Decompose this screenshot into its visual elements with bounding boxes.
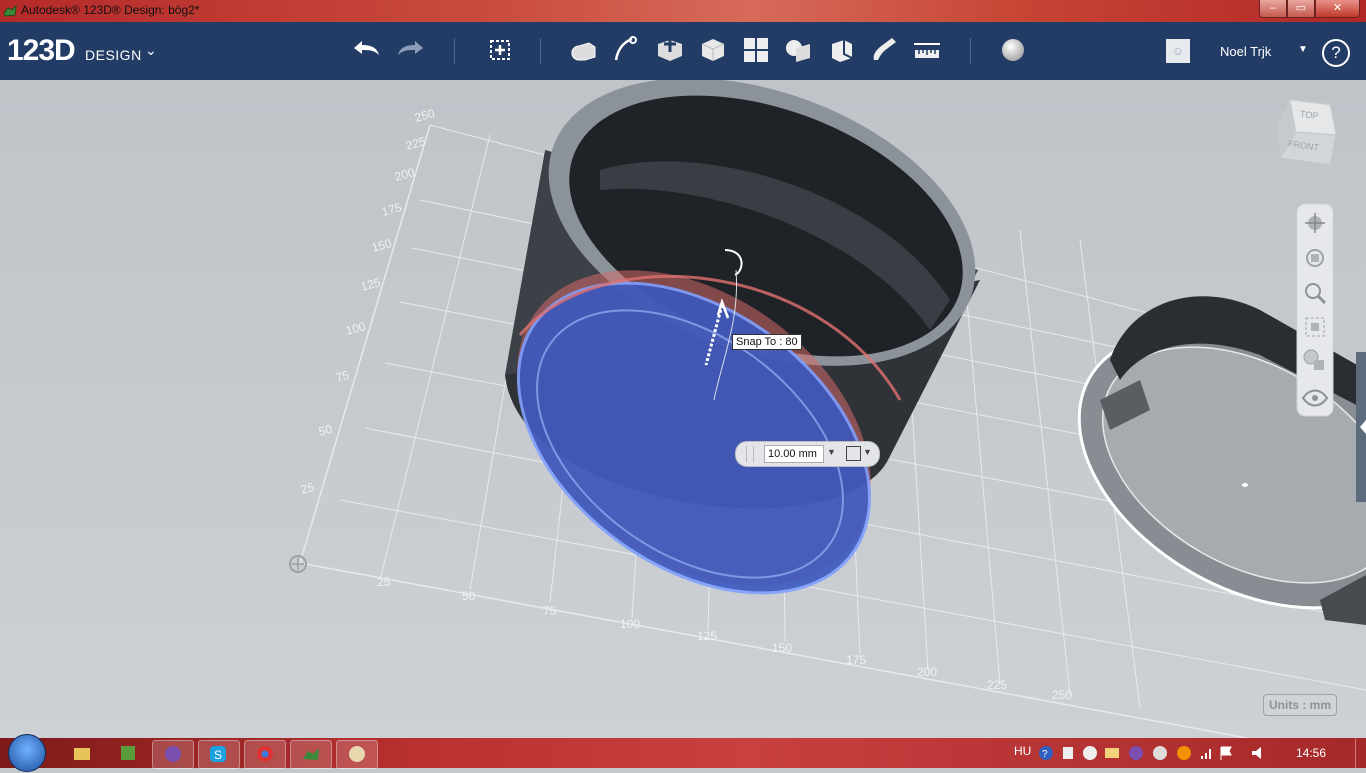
extrude-mode-button[interactable] bbox=[846, 446, 861, 461]
grid-y-label: 125 bbox=[359, 275, 382, 294]
window-title: Autodesk® 123D® Design: bög2* bbox=[21, 3, 200, 17]
user-name[interactable]: Noel Trjk bbox=[1220, 44, 1271, 59]
skype-tray-icon[interactable] bbox=[1153, 746, 1167, 760]
help-tray-icon[interactable]: ? bbox=[1039, 746, 1053, 760]
app-menu-chevron-icon[interactable]: ⌄ bbox=[145, 42, 157, 59]
redo-icon[interactable] bbox=[395, 34, 427, 66]
avast-tray-icon[interactable] bbox=[1177, 746, 1191, 760]
modify-icon[interactable] bbox=[697, 34, 729, 66]
clock[interactable]: 14:56 bbox=[1296, 746, 1326, 760]
distance-dropdown-icon[interactable]: ▼ bbox=[827, 447, 836, 457]
navigation-bar bbox=[1296, 203, 1334, 417]
snap-tooltip: Snap To : 80 bbox=[732, 334, 802, 350]
grid-y-label: 175 bbox=[380, 200, 403, 219]
start-button[interactable] bbox=[8, 734, 46, 772]
folder-tray-icon[interactable] bbox=[1105, 748, 1119, 758]
maximize-button[interactable]: ▭ bbox=[1287, 0, 1315, 18]
system-tray: ? bbox=[1039, 746, 1232, 760]
app-icon bbox=[3, 4, 17, 17]
pattern-icon[interactable] bbox=[740, 34, 772, 66]
material-icon[interactable] bbox=[997, 34, 1029, 66]
flag-tray-icon[interactable] bbox=[1220, 746, 1232, 760]
grid-y-label: 150 bbox=[370, 236, 393, 255]
grid-x-label: 200 bbox=[917, 665, 937, 679]
combine-icon[interactable] bbox=[826, 34, 858, 66]
taskbar-minecraft-icon[interactable] bbox=[108, 740, 148, 767]
network-tray-icon[interactable] bbox=[1063, 747, 1073, 759]
grid-y-label: 250 bbox=[413, 106, 436, 125]
panel-handle[interactable] bbox=[746, 446, 754, 462]
taskbar-skype-icon[interactable]: S bbox=[198, 740, 240, 769]
viewport-canvas[interactable]: 25 50 75 100 125 150 175 200 225 250 25 50 75 10… bbox=[0, 80, 1366, 738]
construct-icon[interactable] bbox=[654, 34, 686, 66]
close-button[interactable]: ✕ bbox=[1315, 0, 1360, 18]
extrude-input-panel: 10.00 mm ▼ ▼ bbox=[735, 441, 880, 467]
grid-y-label: 225 bbox=[404, 134, 427, 153]
show-desktop-button[interactable] bbox=[1355, 738, 1366, 768]
grid-y-label: 50 bbox=[317, 422, 334, 439]
signal-tray-icon[interactable] bbox=[1201, 749, 1211, 759]
grid-x-label: 150 bbox=[772, 641, 792, 655]
svg-text:?: ? bbox=[1042, 749, 1048, 760]
distance-input[interactable]: 10.00 mm bbox=[764, 445, 824, 463]
grid-x-label: 125 bbox=[697, 629, 717, 643]
avatar[interactable]: ☺ bbox=[1166, 39, 1190, 63]
grid-x-label: 100 bbox=[620, 617, 640, 631]
toolbar-separator bbox=[540, 38, 541, 64]
grid-x-label: 50 bbox=[462, 589, 476, 603]
primitives-icon[interactable] bbox=[567, 34, 599, 66]
taskbar-app-icon[interactable] bbox=[152, 740, 194, 769]
sketch-icon[interactable] bbox=[610, 34, 642, 66]
grid-x-label: 75 bbox=[543, 604, 557, 618]
grid-x-label: 250 bbox=[1052, 688, 1072, 702]
help-button[interactable]: ? bbox=[1322, 39, 1350, 67]
transform-icon[interactable] bbox=[484, 34, 516, 66]
window-titlebar: Autodesk® 123D® Design: bög2* – ▭ ✕ bbox=[0, 0, 1366, 22]
snap-icon[interactable] bbox=[868, 34, 900, 66]
taskbar-paint-icon[interactable] bbox=[336, 740, 378, 769]
user-dropdown-icon[interactable]: ▼ bbox=[1298, 44, 1308, 55]
grid-x-label: 225 bbox=[987, 678, 1007, 692]
toolbar-separator bbox=[970, 38, 971, 64]
volume-icon[interactable] bbox=[1250, 745, 1266, 761]
steam-tray-icon[interactable] bbox=[1083, 746, 1097, 760]
app-logo-sub: DESIGN bbox=[85, 47, 142, 63]
measure-icon[interactable] bbox=[911, 34, 943, 66]
taskbar-explorer-icon[interactable] bbox=[62, 740, 102, 767]
grid-x-label: 175 bbox=[846, 653, 866, 667]
view-cube[interactable]: TOP FRONT bbox=[1278, 99, 1337, 166]
app-logo[interactable]: 123D bbox=[7, 34, 76, 68]
grid-y-label: 75 bbox=[334, 368, 351, 385]
scene-svg: 25 50 75 100 125 150 175 200 225 250 25 50 75 10… bbox=[289, 80, 1366, 738]
taskbar-123d-icon[interactable] bbox=[290, 740, 332, 769]
language-indicator[interactable]: HU bbox=[1014, 744, 1031, 758]
grid-x-label: 25 bbox=[377, 575, 391, 589]
minimize-button[interactable]: – bbox=[1259, 0, 1287, 18]
app-tray-icon[interactable] bbox=[1129, 746, 1143, 760]
undo-icon[interactable] bbox=[350, 34, 382, 66]
grid-y-label: 100 bbox=[344, 319, 367, 338]
svg-text:S: S bbox=[214, 748, 222, 762]
grid-y-label: 25 bbox=[299, 480, 316, 497]
grouping-icon[interactable] bbox=[782, 34, 814, 66]
units-badge[interactable]: Units : mm bbox=[1263, 694, 1337, 716]
taskbar: S HU ? 14:56 bbox=[0, 734, 1366, 772]
toolbar-separator bbox=[454, 38, 455, 64]
main-toolbar: 123D DESIGN ⌄ ☺ Noel Trjk ▼ ? bbox=[0, 22, 1366, 80]
extrude-mode-dropdown-icon[interactable]: ▼ bbox=[863, 447, 872, 457]
taskbar-chrome-icon[interactable] bbox=[244, 740, 286, 769]
